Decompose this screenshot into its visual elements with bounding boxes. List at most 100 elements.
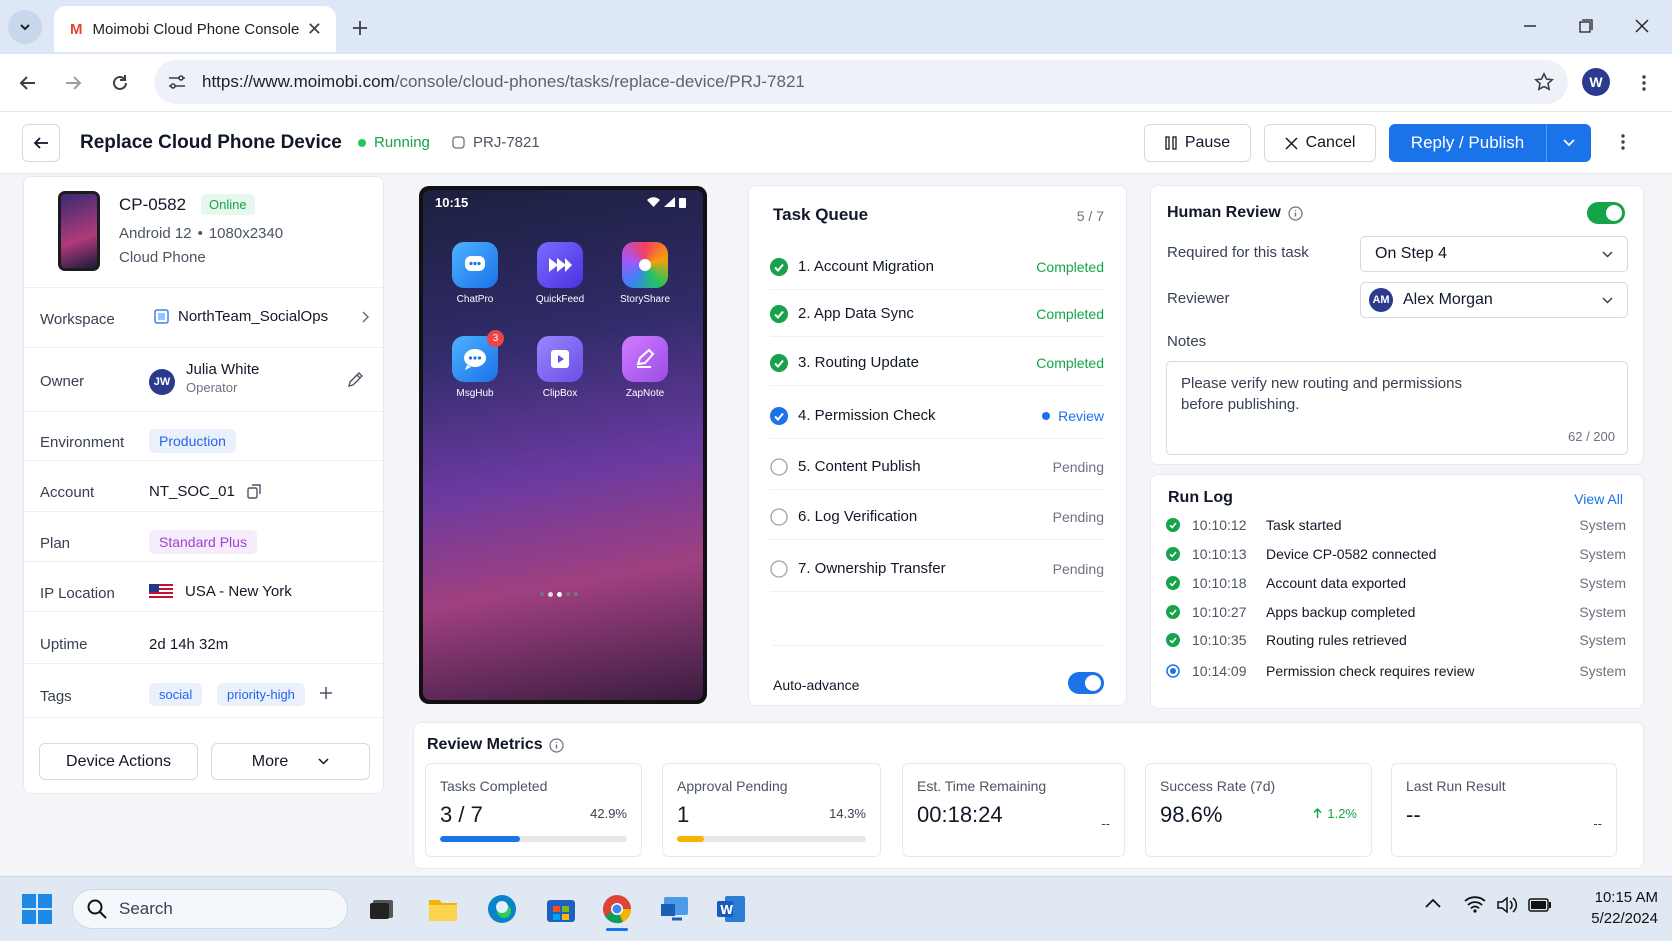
app-quickfeed[interactable]: QuickFeed [525, 242, 595, 305]
task-label: 1. Account Migration [798, 258, 934, 275]
publish-options-button[interactable] [1546, 124, 1591, 162]
address-bar[interactable]: https://www.moimobi.com/console/cloud-ph… [154, 60, 1568, 104]
word-icon[interactable]: W [714, 892, 748, 926]
forward-icon[interactable] [55, 65, 91, 101]
windows-start-icon[interactable] [22, 894, 52, 924]
minimize-icon[interactable] [1512, 8, 1548, 44]
close-icon [1285, 136, 1298, 150]
reload-icon[interactable] [102, 65, 138, 101]
reviewer-avatar: AM [1369, 288, 1393, 312]
tag-social[interactable]: social [149, 683, 203, 706]
edit-owner-icon[interactable] [346, 371, 364, 389]
edge-browser-icon[interactable] [485, 892, 519, 926]
site-settings-icon[interactable] [168, 74, 186, 90]
review-metrics-title: Review Metrics [427, 736, 543, 753]
log-entry: 10:14:09 Permission check requires review… [1166, 657, 1626, 685]
metric-value: -- [1406, 802, 1421, 827]
task-row[interactable]: 1. Account Migration Completed [770, 244, 1104, 290]
owner-name: Julia White [186, 361, 260, 378]
task-view-icon[interactable] [365, 892, 399, 926]
owner-role: Operator [186, 380, 238, 395]
environment-label: Environment [40, 434, 125, 451]
workspace-link[interactable]: NorthTeam_SocialOps [154, 308, 370, 325]
taskbar-search[interactable]: Search [72, 889, 348, 929]
cancel-button[interactable]: Cancel [1264, 124, 1376, 162]
chevron-down-icon [1562, 139, 1575, 147]
reply-publish-button[interactable]: Reply / Publish [1389, 124, 1546, 162]
task-row[interactable]: 4. Permission Check Review [770, 393, 1104, 439]
taskbar-clock[interactable]: 10:15 AM 5/22/2024 [1570, 887, 1658, 929]
app-msghub[interactable]: 3 MsgHub [440, 330, 510, 399]
device-actions-button[interactable]: Device Actions [39, 743, 198, 780]
restore-icon[interactable] [1568, 8, 1604, 44]
chevron-down-icon [1602, 250, 1613, 258]
required-step-select[interactable]: On Step 4 [1360, 236, 1628, 272]
add-tag-icon[interactable] [314, 681, 338, 705]
profile-avatar[interactable]: W [1582, 68, 1610, 96]
task-status: Pending [1053, 561, 1104, 577]
remote-desktop-icon[interactable] [658, 892, 692, 926]
tag-priority-high[interactable]: priority-high [217, 683, 305, 706]
more-button[interactable]: More [211, 743, 370, 780]
app-chatpro[interactable]: ChatPro [440, 242, 510, 305]
check-circle-icon [1166, 576, 1180, 590]
task-row[interactable]: 3. Routing Update Completed [770, 340, 1104, 386]
back-button[interactable] [22, 124, 60, 162]
tab-close-icon[interactable]: ✕ [307, 19, 322, 40]
arrow-up-icon [1313, 808, 1322, 818]
battery-icon[interactable] [1528, 898, 1552, 912]
metric-value: 98.6% [1160, 802, 1223, 827]
task-row[interactable]: 7. Ownership Transfer Pending [770, 546, 1104, 592]
task-row[interactable]: 2. App Data Sync Completed [770, 291, 1104, 337]
ip-location-row: USA - New York [149, 583, 292, 600]
info-icon[interactable] [1288, 206, 1303, 221]
workspace-value: NorthTeam_SocialOps [178, 308, 329, 325]
back-icon[interactable] [10, 65, 46, 101]
task-row[interactable]: 5. Content Publish Pending [770, 444, 1104, 490]
tab-search-icon[interactable] [8, 10, 42, 44]
log-time: 10:10:12 [1192, 517, 1247, 533]
phone-preview[interactable]: 10:15 ChatPro QuickFeed StoryShare 3 Msg… [419, 186, 707, 852]
task-row[interactable]: 6. Log Verification Pending [770, 494, 1104, 540]
taskbar-date: 5/22/2024 [1591, 910, 1658, 927]
new-tab-icon[interactable] [342, 10, 378, 46]
log-entry: 10:10:13 Device CP-0582 connected System [1166, 540, 1626, 568]
volume-icon[interactable] [1496, 896, 1518, 914]
metric-trend: 1.2% [1313, 806, 1357, 821]
chrome-icon[interactable] [600, 892, 634, 926]
notes-textarea[interactable]: Please verify new routing and permission… [1166, 361, 1628, 455]
divider [24, 287, 383, 288]
bookmark-star-icon[interactable] [1534, 72, 1554, 92]
metric-label: Success Rate (7d) [1160, 778, 1276, 794]
show-hidden-icons[interactable] [1425, 898, 1441, 908]
store-icon[interactable] [544, 892, 578, 926]
close-window-icon[interactable] [1624, 8, 1660, 44]
info-icon[interactable] [549, 738, 564, 753]
page-menu-icon[interactable] [1621, 134, 1625, 150]
human-review-toggle[interactable] [1587, 202, 1625, 224]
account-value: NT_SOC_01 [149, 483, 235, 500]
file-explorer-icon[interactable] [426, 892, 460, 926]
browser-tab[interactable]: M Moimobi Cloud Phone Console ✕ [54, 6, 336, 52]
log-entry: 10:10:18 Account data exported System [1166, 569, 1626, 597]
active-app-indicator [606, 928, 628, 931]
view-all-link[interactable]: View All [1574, 491, 1623, 507]
log-entry: 10:10:35 Routing rules retrieved System [1166, 626, 1626, 654]
wifi-icon[interactable] [1464, 895, 1486, 913]
app-storyshare[interactable]: StoryShare [610, 242, 680, 305]
reviewer-select[interactable]: AM Alex Morgan [1360, 282, 1628, 318]
device-type: Cloud Phone [119, 249, 206, 266]
pause-button[interactable]: Pause [1144, 124, 1251, 162]
metric-progress-bar [440, 836, 627, 842]
auto-advance-toggle[interactable] [1068, 672, 1104, 694]
browser-menu-icon[interactable] [1626, 65, 1662, 101]
app-zapnote[interactable]: ZapNote [610, 336, 680, 399]
app-clipbox[interactable]: ClipBox [525, 336, 595, 399]
check-circle-icon [1166, 518, 1180, 532]
in-progress-icon [1166, 664, 1180, 678]
video-icon [537, 336, 583, 382]
run-log-title: Run Log [1168, 489, 1233, 506]
uptime-value: 2d 14h 32m [149, 636, 229, 653]
task-label: 7. Ownership Transfer [798, 560, 946, 577]
copy-icon[interactable] [247, 484, 262, 499]
